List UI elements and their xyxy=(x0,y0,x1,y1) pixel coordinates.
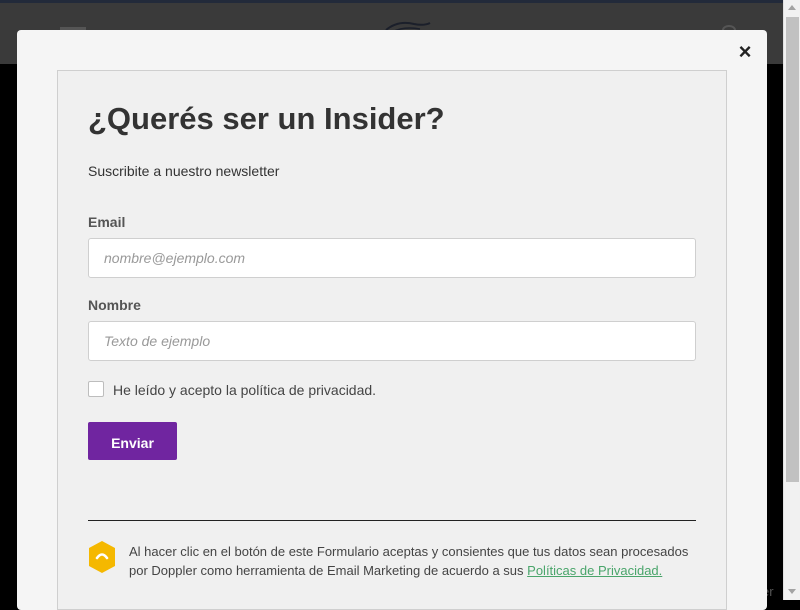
email-field[interactable] xyxy=(88,238,696,278)
privacy-consent-label[interactable]: He leído y acepto la política de privaci… xyxy=(113,382,376,398)
submit-button[interactable]: Enviar xyxy=(88,422,177,460)
divider xyxy=(88,520,696,521)
email-label: Email xyxy=(88,214,126,230)
form-title: ¿Querés ser un Insider? xyxy=(88,101,445,136)
scroll-up-arrow-icon[interactable] xyxy=(788,5,796,10)
privacy-policy-link[interactable]: Políticas de Privacidad. xyxy=(527,563,662,578)
privacy-consent-checkbox[interactable] xyxy=(88,381,104,397)
close-icon[interactable]: × xyxy=(736,41,754,63)
name-label: Nombre xyxy=(88,297,141,313)
scrollbar[interactable] xyxy=(783,0,800,600)
shield-lock-icon xyxy=(89,541,115,573)
legal-disclaimer: Al hacer clic en el botón de este Formul… xyxy=(129,542,699,580)
newsletter-modal: × ¿Querés ser un Insider? Suscribite a n… xyxy=(17,30,767,610)
name-field[interactable] xyxy=(88,321,696,361)
scroll-down-arrow-icon[interactable] xyxy=(788,589,796,594)
scrollbar-thumb[interactable] xyxy=(786,17,799,482)
subscription-form: ¿Querés ser un Insider? Suscribite a nue… xyxy=(57,70,727,610)
form-subtitle: Suscribite a nuestro newsletter xyxy=(88,163,280,179)
